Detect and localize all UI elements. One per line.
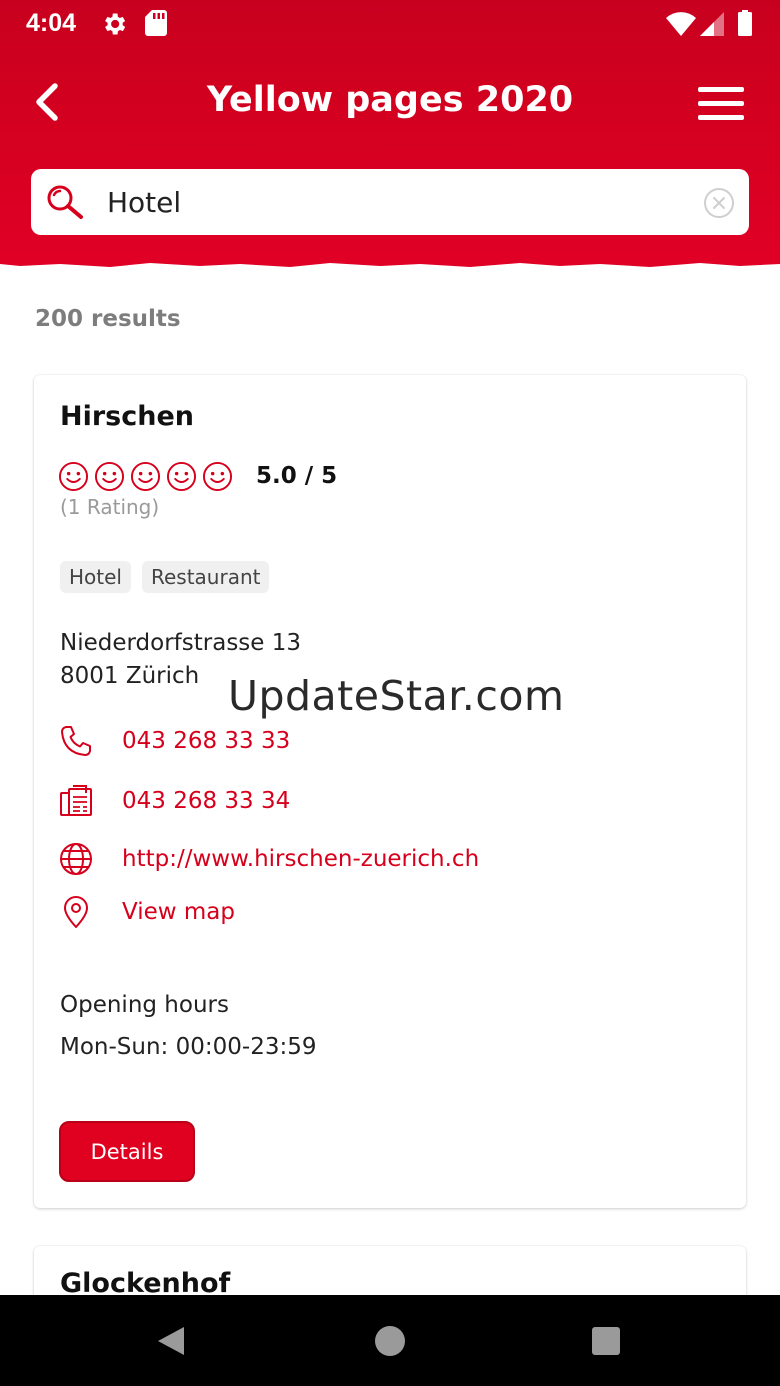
phone-icon [61, 726, 91, 756]
rating-count: (1 Rating) [60, 495, 160, 519]
status-bar: 4:04 [0, 0, 780, 50]
wifi-icon [666, 12, 696, 36]
system-nav-bar [0, 1295, 780, 1386]
signal-icon [700, 12, 724, 36]
rating-row: 5.0 / 5 [58, 459, 337, 493]
hamburger-menu-icon[interactable] [696, 84, 746, 124]
view-map-link[interactable]: View map [122, 899, 235, 925]
smiley-rating-icon [94, 461, 125, 491]
address-line1: Niederdorfstrasse 13 [60, 630, 302, 656]
app-header: 4:04 Yellow pages 2020 [0, 0, 780, 262]
fax-icon [60, 785, 92, 816]
fax-number-link[interactable]: 043 268 33 34 [122, 788, 290, 814]
results-count: 200 results [35, 306, 181, 332]
smiley-rating-icon [202, 461, 233, 491]
category-tags: Hotel Restaurant [60, 561, 280, 593]
category-tag[interactable]: Hotel [60, 561, 131, 593]
nav-home-icon[interactable] [375, 1326, 405, 1356]
website-row[interactable]: http://www.hirschen-zuerich.ch [58, 840, 698, 878]
listing-card[interactable]: Hirschen 5.0 / 5 (1 Rating) Hotel Restau… [34, 375, 746, 1208]
website-link[interactable]: http://www.hirschen-zuerich.ch [122, 846, 479, 872]
page-title: Yellow pages 2020 [206, 80, 574, 120]
smiley-rating-icon [130, 461, 161, 491]
smiley-rating-icon [58, 461, 89, 491]
clear-search-icon[interactable] [703, 187, 735, 219]
phone-row[interactable]: 043 268 33 33 [58, 722, 698, 760]
header-torn-edge [0, 252, 780, 267]
business-name: Hirschen [60, 401, 194, 432]
category-tag[interactable]: Restaurant [141, 561, 270, 593]
opening-hours-title: Opening hours [60, 992, 229, 1018]
map-row[interactable]: View map [58, 893, 698, 931]
smiley-rating-icon [166, 461, 197, 491]
rating-value: 5.0 / 5 [256, 463, 338, 489]
map-pin-icon [64, 896, 88, 928]
details-button[interactable]: Details [59, 1121, 195, 1182]
phone-number-link[interactable]: 043 268 33 33 [122, 728, 290, 754]
watermark-text: UpdateStar.com [228, 672, 565, 720]
status-time: 4:04 [26, 9, 77, 37]
fax-row[interactable]: 043 268 33 34 [58, 782, 698, 820]
search-input[interactable] [107, 181, 667, 223]
opening-hours-value: Mon-Sun: 00:00-23:59 [60, 1034, 317, 1060]
globe-icon [60, 843, 92, 875]
settings-gear-icon [105, 13, 126, 35]
battery-icon [738, 10, 752, 36]
search-icon [47, 185, 83, 219]
nav-back-icon[interactable] [156, 1325, 188, 1357]
sd-card-icon [145, 10, 167, 36]
nav-recents-icon[interactable] [592, 1327, 620, 1355]
search-bar[interactable] [31, 169, 749, 235]
